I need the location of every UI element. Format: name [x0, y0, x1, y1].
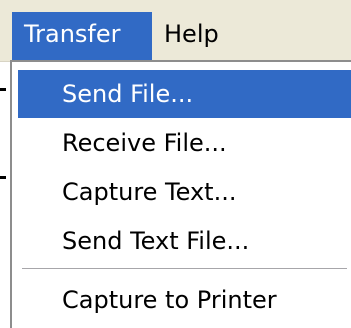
background-window-edge — [0, 176, 6, 179]
screen: Transfer Help Send File... Receive File.… — [0, 0, 351, 328]
transfer-dropdown: Send File... Receive File... Capture Tex… — [10, 60, 351, 328]
menu-separator — [22, 268, 347, 270]
menu-item-send-file[interactable]: Send File... — [18, 70, 351, 118]
menu-bar: Transfer Help — [0, 0, 351, 62]
menu-item-send-text-file[interactable]: Send Text File... — [18, 217, 351, 265]
menu-item-receive-file[interactable]: Receive File... — [18, 119, 351, 167]
menu-item-capture-text[interactable]: Capture Text... — [18, 168, 351, 216]
menu-item-capture-to-printer[interactable]: Capture to Printer — [18, 276, 351, 324]
menu-transfer[interactable]: Transfer — [12, 12, 152, 60]
background-window-edge — [0, 88, 6, 91]
menu-help[interactable]: Help — [152, 12, 232, 60]
